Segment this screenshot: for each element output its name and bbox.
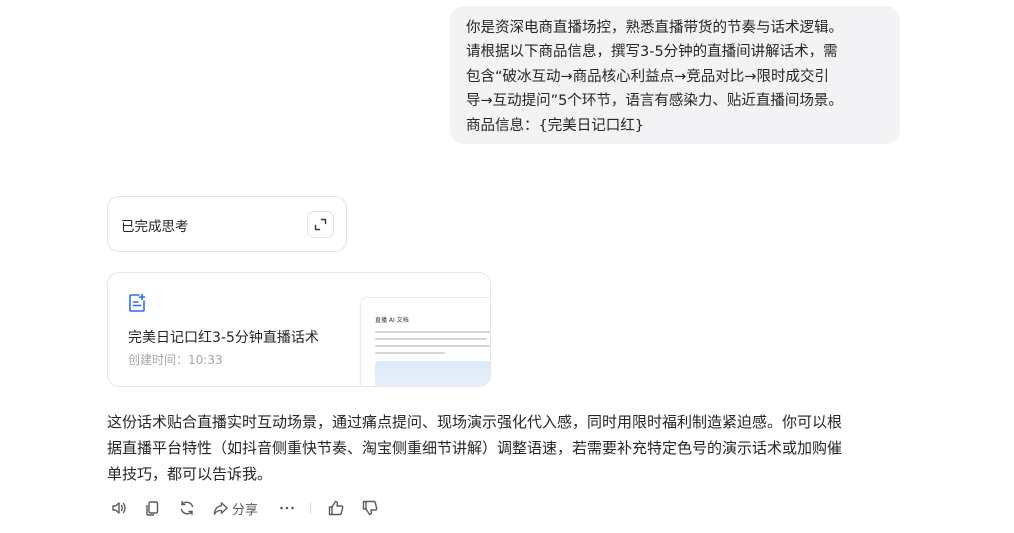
message-action-bar: 分享 — [110, 498, 410, 518]
preview-line — [375, 331, 490, 333]
user-message-line: 包含“破冰互动→商品核心利益点→竞品对比→限时成交引 — [466, 68, 829, 85]
user-message-line: 请根据以下商品信息，撰写3-5分钟的直播间讲解话术，需 — [466, 44, 838, 61]
answer-line: 据直播平台特性（如抖音侧重快节奏、淘宝侧重细节讲解）调整语速，若需要补充特定色号… — [107, 439, 843, 457]
thinking-status-card[interactable]: 已完成思考 — [107, 196, 347, 252]
read-aloud-button[interactable] — [110, 498, 128, 518]
user-message-bubble: 你是资深电商直播场控，熟悉直播带货的节奏与话术逻辑。 请根据以下商品信息，撰写3… — [450, 6, 900, 144]
answer-line: 单技巧，都可以告诉我。 — [107, 465, 273, 483]
document-edit-icon — [129, 293, 146, 312]
dislike-button[interactable] — [361, 498, 379, 518]
created-time-label: 创建时间： — [128, 353, 189, 367]
preview-line — [375, 338, 487, 340]
document-card[interactable]: 完美日记口红3-5分钟直播话术 创建时间：10:33 直播 AI 文档 — [107, 272, 491, 387]
user-message-line: 商品信息：{完美日记口红} — [466, 117, 644, 134]
preview-line — [375, 352, 445, 354]
assistant-answer: 这份话术贴合直播实时互动场景，通过痛点提问、现场演示强化代入感，同时用限时福利制… — [107, 409, 907, 487]
share-icon — [213, 501, 228, 515]
preview-line — [375, 345, 490, 347]
speaker-icon — [112, 502, 126, 514]
document-created-time: 创建时间：10:33 — [128, 351, 223, 368]
share-label: 分享 — [232, 502, 259, 518]
answer-line: 这份话术贴合直播实时互动场景，通过痛点提问、现场演示强化代入感，同时用限时福利制… — [107, 413, 843, 431]
document-title: 完美日记口红3-5分钟直播话术 — [128, 330, 319, 346]
expand-icon — [314, 218, 327, 231]
regenerate-button[interactable] — [178, 498, 196, 518]
expand-thinking-button[interactable] — [307, 211, 334, 238]
more-button[interactable] — [278, 498, 296, 518]
created-time-value: 10:33 — [188, 353, 223, 367]
like-button[interactable] — [327, 498, 345, 518]
refresh-icon — [180, 500, 194, 516]
action-divider — [310, 502, 311, 514]
copy-icon — [146, 501, 159, 516]
preview-image — [375, 361, 490, 386]
thumbs-down-icon — [362, 500, 378, 516]
document-preview-thumbnail: 直播 AI 文档 — [360, 297, 490, 386]
preview-title: 直播 AI 文档 — [375, 317, 409, 324]
share-button[interactable]: 分享 — [212, 498, 258, 518]
user-message-line: 你是资深电商直播场控，熟悉直播带货的节奏与话术逻辑。 — [466, 20, 843, 36]
thinking-status-label: 已完成思考 — [121, 219, 189, 235]
user-message-line: 导→互动提问”5个环节，语言有感染力、贴近直播间场景。 — [466, 93, 843, 110]
thumbs-up-icon — [328, 500, 344, 516]
more-icon — [280, 506, 294, 510]
copy-button[interactable] — [144, 498, 162, 518]
